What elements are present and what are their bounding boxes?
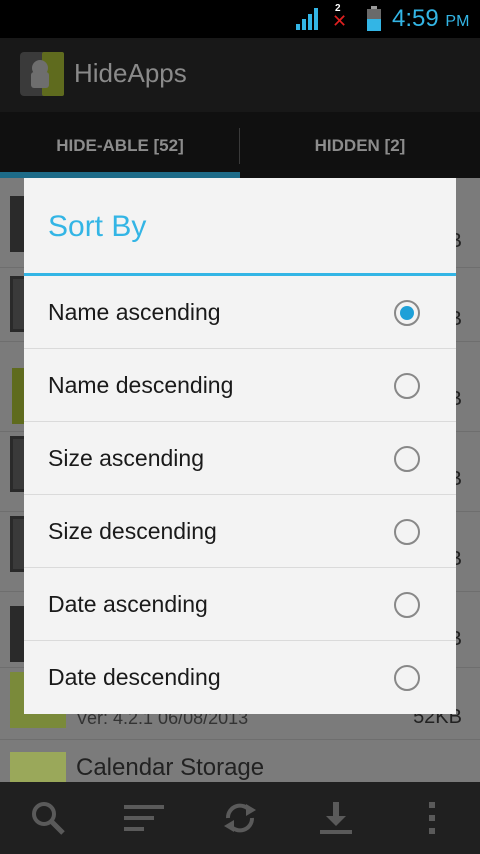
sort-dialog: Sort By Name ascending Name descending S… bbox=[24, 178, 456, 714]
sort-option-name-descending[interactable]: Name descending bbox=[24, 349, 456, 422]
tab-bar: HIDE-ABLE [52] HIDDEN [2] bbox=[0, 112, 480, 180]
tab-hidden[interactable]: HIDDEN [2] bbox=[240, 112, 480, 180]
overflow-menu-icon bbox=[429, 802, 435, 834]
sort-option-label: Size ascending bbox=[48, 445, 204, 471]
sort-option-label: Name ascending bbox=[48, 299, 221, 325]
sort-option-size-descending[interactable]: Size descending bbox=[24, 495, 456, 568]
app-title: HideApps bbox=[74, 58, 187, 88]
radio-button[interactable] bbox=[394, 373, 420, 399]
dialog-title: Sort By bbox=[48, 210, 147, 243]
list-item-title: Calendar Storage bbox=[76, 754, 265, 781]
list-item[interactable]: Calendar Storage bbox=[0, 740, 480, 782]
radio-button-checked[interactable] bbox=[394, 300, 420, 326]
sort-icon bbox=[124, 805, 164, 831]
sort-option-date-descending[interactable]: Date descending bbox=[24, 641, 456, 714]
sort-option-label: Name descending bbox=[48, 372, 234, 398]
battery-icon bbox=[367, 6, 381, 31]
search-icon bbox=[32, 802, 65, 835]
signal-icon bbox=[296, 8, 318, 30]
radio-button[interactable] bbox=[394, 446, 420, 472]
clock: 4:59 PM bbox=[392, 5, 469, 36]
action-bar: HideApps bbox=[0, 38, 480, 112]
calendar-app-icon bbox=[10, 752, 66, 782]
bottom-toolbar bbox=[0, 782, 480, 854]
overflow-menu-button[interactable] bbox=[410, 796, 454, 840]
sort-option-size-ascending[interactable]: Size ascending bbox=[24, 422, 456, 495]
sort-option-date-ascending[interactable]: Date ascending bbox=[24, 568, 456, 641]
clock-time: 4:59 bbox=[392, 5, 439, 32]
sort-option-label: Date ascending bbox=[48, 591, 208, 617]
sort-option-name-ascending[interactable]: Name ascending bbox=[24, 276, 456, 349]
download-button[interactable] bbox=[314, 796, 358, 840]
tab-hide-able[interactable]: HIDE-ABLE [52] bbox=[0, 112, 240, 180]
sort-option-label: Date descending bbox=[48, 664, 221, 690]
sort-option-label: Size descending bbox=[48, 518, 217, 544]
missed-call-icon: 2 ✕ bbox=[332, 3, 348, 31]
search-button[interactable] bbox=[26, 796, 70, 840]
refresh-icon bbox=[224, 803, 256, 833]
radio-button[interactable] bbox=[394, 665, 420, 691]
radio-button[interactable] bbox=[394, 592, 420, 618]
android-app-icon[interactable] bbox=[18, 50, 66, 98]
refresh-button[interactable] bbox=[218, 796, 262, 840]
radio-button[interactable] bbox=[394, 519, 420, 545]
download-icon bbox=[320, 802, 352, 834]
sort-button[interactable] bbox=[122, 796, 166, 840]
app-icon bbox=[12, 368, 24, 424]
status-bar: 2 ✕ 4:59 PM bbox=[0, 0, 480, 38]
clock-ampm: PM bbox=[445, 13, 470, 30]
